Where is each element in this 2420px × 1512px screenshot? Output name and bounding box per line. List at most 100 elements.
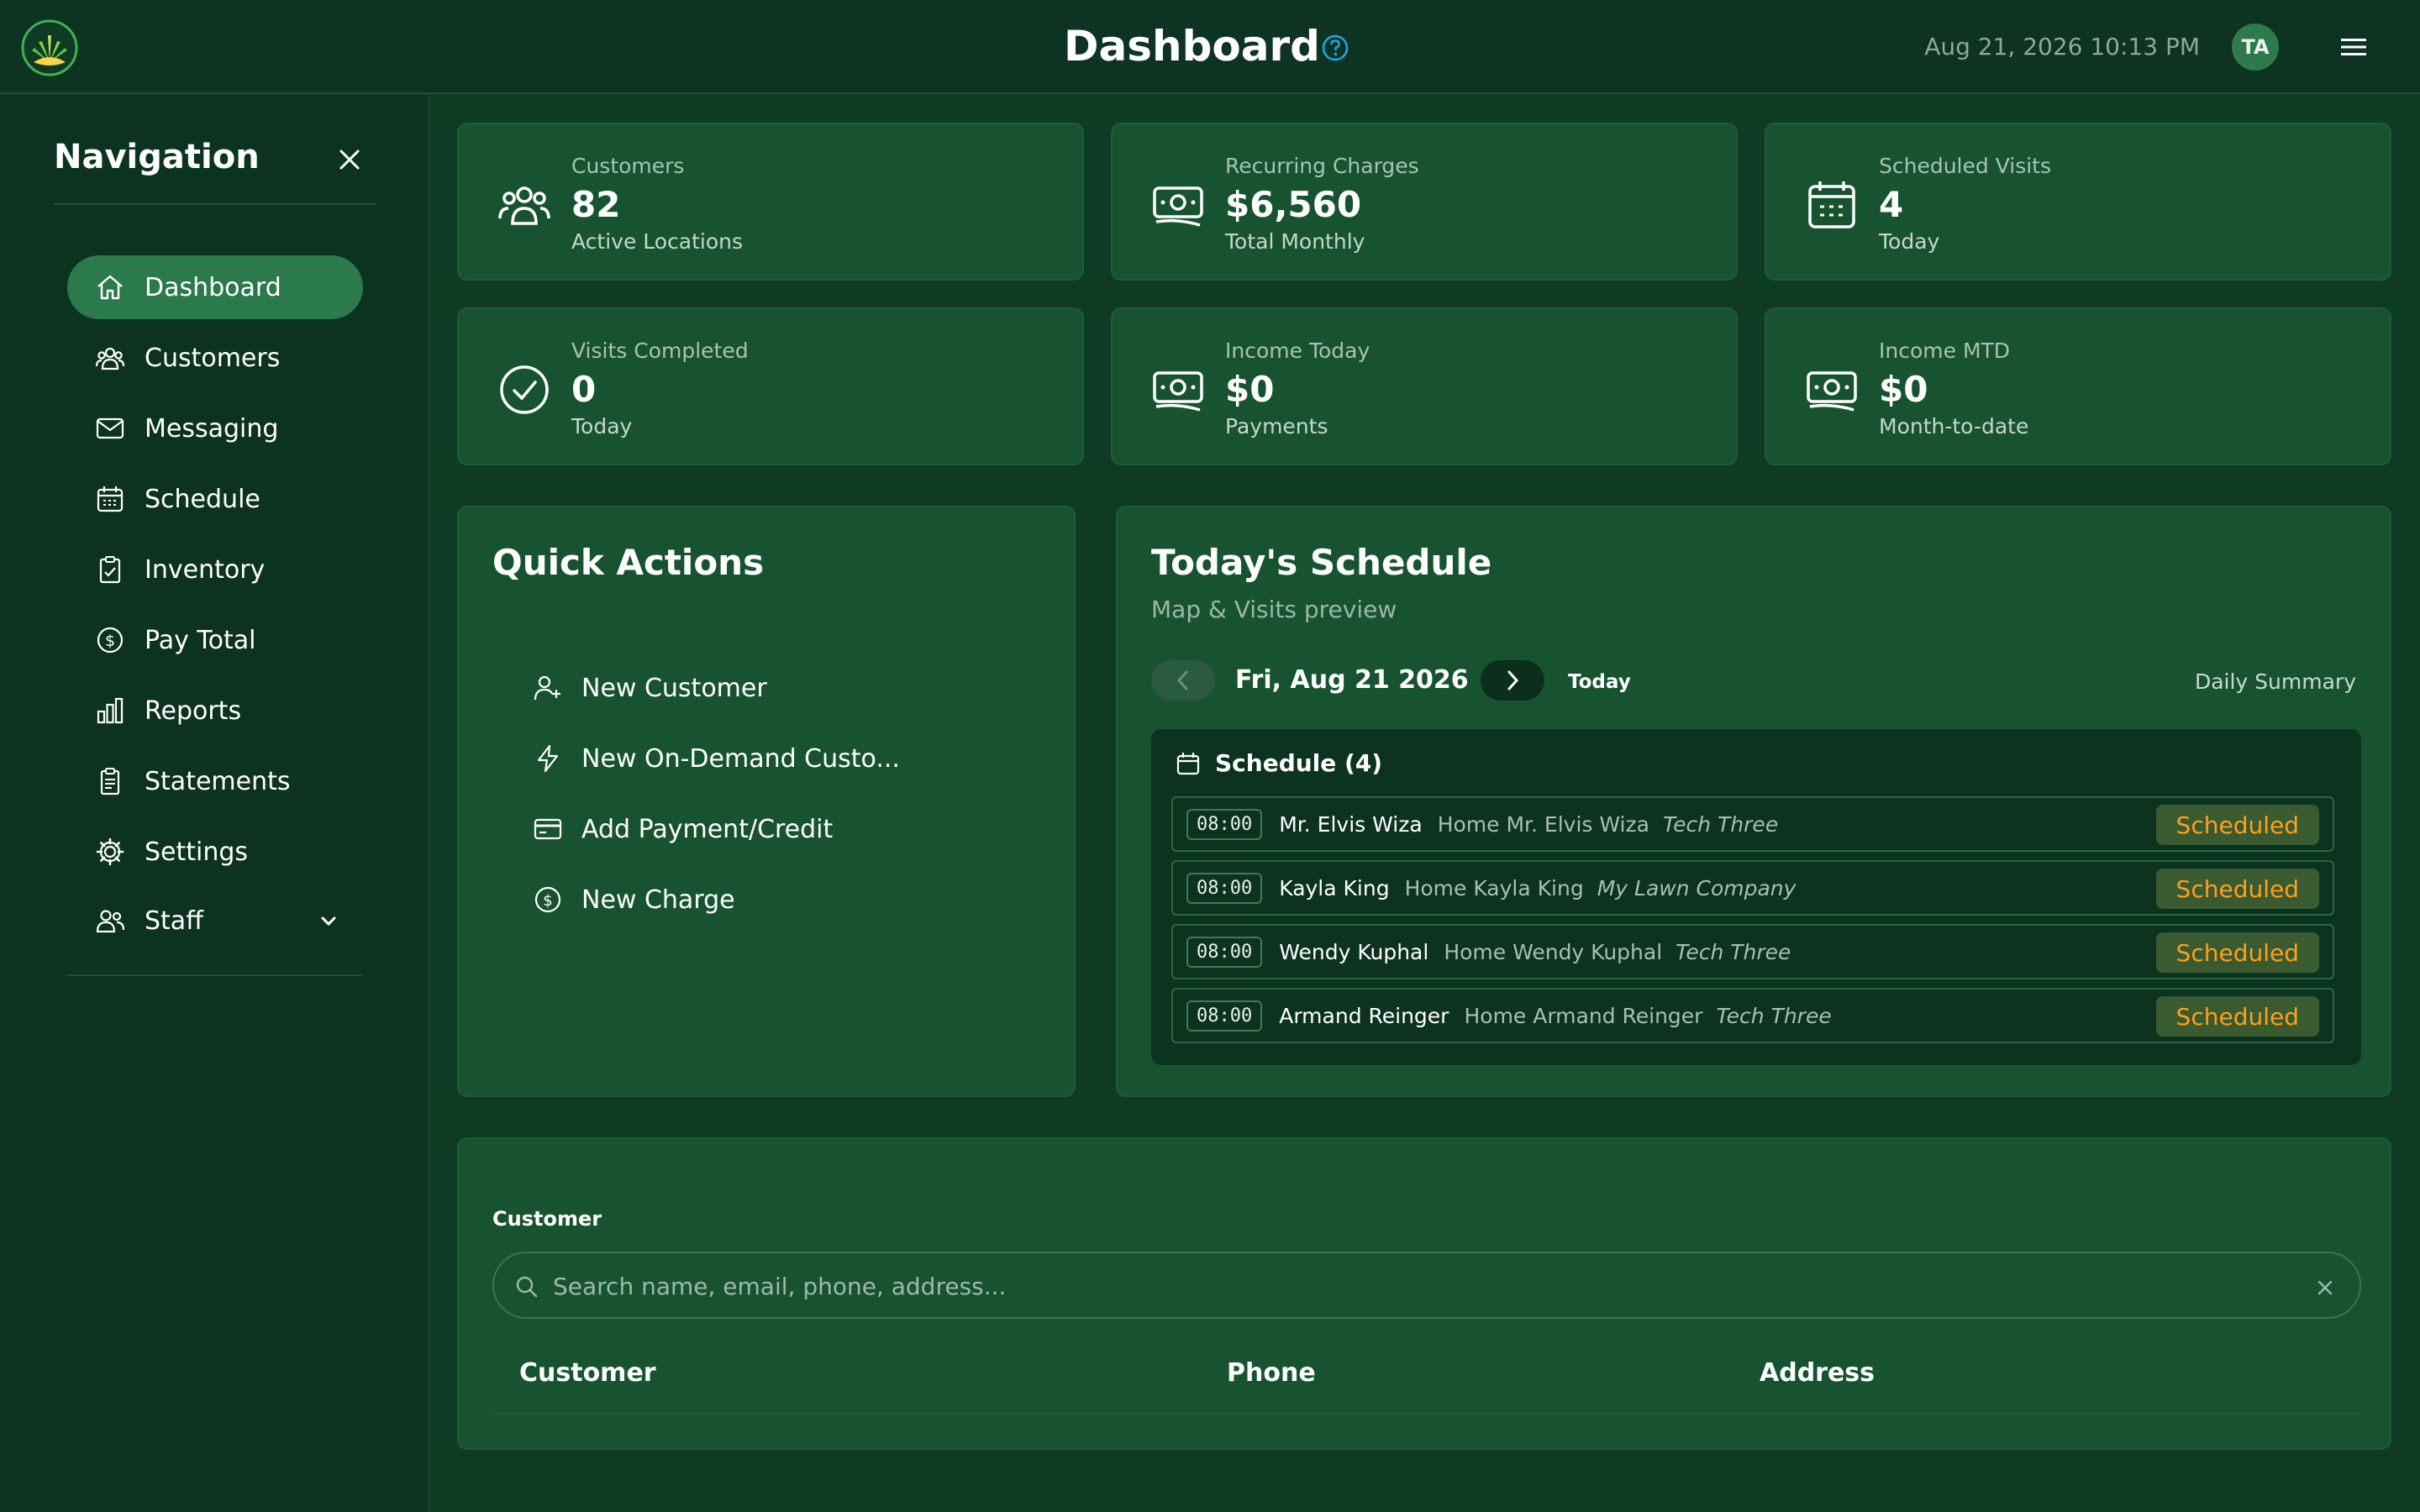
schedule-row[interactable]: 08:00 Mr. Elvis Wiza Home Mr. Elvis Wiza… — [1171, 796, 2334, 852]
customer-name: Kayla King — [1279, 875, 1390, 900]
documents-icon — [100, 768, 120, 795]
users-icon — [498, 186, 550, 225]
column-header-address[interactable]: Address — [1760, 1357, 1875, 1389]
visit-time: 08:00 — [1186, 872, 1263, 904]
sidebar-item-settings[interactable]: Settings — [67, 820, 363, 884]
customer-name: Armand Reinger — [1279, 1003, 1449, 1028]
sidebar-item-label: Schedule — [145, 484, 260, 514]
stat-label: Income MTD — [1879, 339, 2011, 363]
stat-card-scheduled-visits: Scheduled Visits 4 Today — [1765, 123, 2391, 281]
next-day-button[interactable] — [1481, 660, 1544, 701]
todays-schedule-panel: Today's Schedule Map & Visits preview Fr… — [1116, 506, 2391, 1097]
daily-summary-link[interactable]: Daily Summary — [2195, 669, 2356, 696]
sidebar-item-label: Inventory — [145, 554, 266, 585]
clear-icon[interactable] — [2314, 1277, 2336, 1299]
status-badge: Scheduled — [2155, 932, 2319, 973]
add-payment-credit-button[interactable]: Add Payment/Credit — [533, 808, 833, 850]
page-title: Dashboard — [1064, 22, 1320, 71]
money-icon — [1153, 186, 1203, 227]
schedule-title: Today's Schedule — [1151, 542, 1492, 583]
visit-location: Home Kayla King — [1404, 875, 1584, 900]
action-label: New On-Demand Custo... — [581, 743, 900, 774]
sidebar-item-statements[interactable]: Statements — [67, 749, 363, 813]
sidebar-item-label: Pay Total — [145, 625, 256, 655]
sidebar-item-label: Staff — [145, 906, 203, 936]
bar-chart-icon — [97, 697, 124, 724]
assigned-tech: My Lawn Company — [1597, 875, 1797, 900]
schedule-row[interactable]: 08:00 Kayla King Home Kayla King My Lawn… — [1171, 860, 2334, 916]
sidebar-item-reports[interactable]: Reports — [67, 679, 363, 743]
sidebar-item-label: Messaging — [145, 413, 279, 444]
schedule-list: Schedule (4) 08:00 Mr. Elvis Wiza Home M… — [1151, 729, 2361, 1065]
visit-time: 08:00 — [1186, 808, 1263, 840]
clipboard-check-icon — [99, 556, 121, 584]
customer-search-panel: Customer Customer Phone Address — [457, 1137, 2391, 1450]
search-icon — [516, 1276, 538, 1298]
sidebar-item-staff[interactable]: Staff — [67, 889, 363, 953]
avatar[interactable]: TA — [2232, 24, 2279, 71]
sidebar-title: Navigation — [54, 138, 260, 176]
credit-card-icon — [534, 818, 562, 840]
money-icon — [1807, 371, 1857, 412]
dollar-circle-icon: $ — [534, 886, 561, 913]
sidebar-item-pay-total[interactable]: $ Pay Total — [67, 608, 363, 672]
stat-value: 82 — [571, 184, 621, 225]
sidebar-item-messaging[interactable]: Messaging — [67, 396, 363, 460]
stat-value: $0 — [1225, 369, 1275, 410]
stat-subtext: Total Monthly — [1225, 229, 1365, 254]
sidebar-item-label: Reports — [145, 696, 242, 726]
table-header-divider — [492, 1413, 2361, 1415]
divider — [54, 203, 376, 205]
close-icon[interactable] — [333, 143, 366, 176]
visit-location: Home Mr. Elvis Wiza — [1437, 811, 1649, 837]
money-icon — [1153, 371, 1203, 412]
column-header-phone[interactable]: Phone — [1227, 1357, 1316, 1389]
customer-name: Mr. Elvis Wiza — [1279, 811, 1423, 837]
new-charge-button[interactable]: $ New Charge — [533, 879, 735, 921]
calendar-icon — [1808, 181, 1855, 228]
people-icon — [96, 910, 125, 933]
stat-subtext: Payments — [1225, 414, 1328, 438]
previous-day-button[interactable] — [1151, 660, 1215, 701]
stat-label: Income Today — [1225, 339, 1370, 363]
svg-text:$: $ — [105, 632, 115, 650]
hamburger-menu-icon[interactable] — [2336, 30, 2371, 64]
sidebar-item-schedule[interactable]: Schedule — [67, 467, 363, 531]
check-circle-icon — [500, 365, 549, 414]
stat-subtext: Active Locations — [571, 229, 744, 254]
status-badge: Scheduled — [2155, 996, 2319, 1037]
sidebar-item-label: Dashboard — [145, 272, 281, 302]
search-input[interactable] — [553, 1265, 2267, 1307]
sidebar-item-label: Settings — [145, 837, 249, 867]
chevron-down-icon[interactable] — [319, 912, 338, 931]
top-bar: Dashboard Aug 21, 2026 10:13 PM TA — [0, 0, 2420, 94]
assigned-tech: Tech Three — [1662, 811, 1779, 837]
help-circle-icon[interactable] — [1321, 34, 1349, 62]
today-button[interactable]: Today — [1568, 670, 1631, 694]
chevron-right-icon — [1507, 670, 1519, 690]
svg-text:$: $ — [543, 892, 552, 910]
sidebar-item-customers[interactable]: Customers — [67, 326, 363, 390]
sidebar-item-label: Customers — [145, 343, 281, 373]
stat-card-recurring-charges: Recurring Charges $6,560 Total Monthly — [1111, 123, 1738, 281]
calendar-icon — [1176, 752, 1200, 774]
schedule-subtitle: Map & Visits preview — [1151, 596, 1397, 623]
schedule-row[interactable]: 08:00 Wendy Kuphal Home Wendy Kuphal Tec… — [1171, 924, 2334, 979]
sidebar: Navigation Dashboard Customers Messaging… — [0, 96, 430, 1512]
leaf-logo[interactable] — [20, 18, 79, 77]
customer-search-box — [492, 1252, 2361, 1319]
stat-subtext: Today — [1879, 229, 1940, 254]
sidebar-item-inventory[interactable]: Inventory — [67, 538, 363, 601]
column-header-customer[interactable]: Customer — [519, 1357, 656, 1389]
calendar-icon — [97, 486, 124, 512]
schedule-list-title: Schedule (4) — [1215, 749, 1383, 777]
visit-location: Home Wendy Kuphal — [1444, 939, 1663, 964]
sidebar-item-label: Statements — [145, 766, 291, 796]
stat-value: 4 — [1879, 184, 1904, 225]
new-on-demand-customer-button[interactable]: New On-Demand Custo... — [533, 738, 900, 780]
sidebar-item-dashboard[interactable]: Dashboard — [67, 255, 363, 319]
new-customer-button[interactable]: New Customer — [533, 667, 767, 709]
schedule-row[interactable]: 08:00 Armand Reinger Home Armand Reinger… — [1171, 988, 2334, 1043]
customer-search-label: Customer — [492, 1207, 602, 1231]
status-badge: Scheduled — [2155, 805, 2319, 845]
